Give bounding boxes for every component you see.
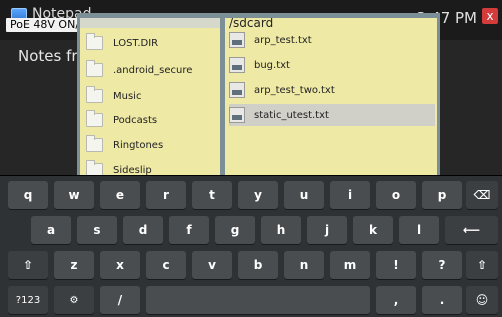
folder-icon <box>86 110 103 127</box>
folder-icon <box>86 86 103 103</box>
key-z[interactable]: z <box>54 251 94 279</box>
folder-name: Ringtones <box>113 139 164 151</box>
notes-label: Notes fr <box>18 47 78 65</box>
key-comma[interactable]: , <box>376 286 416 314</box>
key-w[interactable]: w <box>54 181 94 209</box>
text-file-icon <box>229 82 245 98</box>
key-period[interactable]: . <box>422 286 462 314</box>
key-s[interactable]: s <box>77 216 117 244</box>
file-item-selected[interactable]: static_utest.txt <box>229 104 435 126</box>
folder-item[interactable]: Sideslip <box>86 159 216 175</box>
key-o[interactable]: o <box>376 181 416 209</box>
file-item[interactable]: bug.txt <box>229 54 435 76</box>
key-c[interactable]: c <box>146 251 186 279</box>
key-g[interactable]: g <box>215 216 255 244</box>
folder-icon <box>86 33 103 50</box>
key-v[interactable]: v <box>192 251 232 279</box>
key-r[interactable]: r <box>146 181 186 209</box>
folder-name: .android_secure <box>113 64 193 76</box>
key-x[interactable]: x <box>100 251 140 279</box>
key-y[interactable]: y <box>238 181 278 209</box>
folder-item[interactable]: .android_secure <box>86 59 216 81</box>
key-t[interactable]: t <box>192 181 232 209</box>
emoji-key[interactable]: ☺ <box>466 286 498 314</box>
key-u[interactable]: u <box>284 181 324 209</box>
folder-name: Podcasts <box>113 114 158 126</box>
folder-icon <box>86 60 103 77</box>
key-a[interactable]: a <box>31 216 71 244</box>
key-n[interactable]: n <box>284 251 324 279</box>
folder-list-panel: LOST.DIR .android_secure Music Podcasts … <box>80 18 220 175</box>
key-b[interactable]: b <box>238 251 278 279</box>
keyboard-settings-icon[interactable]: ⚙ <box>54 286 94 314</box>
key-h[interactable]: h <box>261 216 301 244</box>
folder-icon <box>86 135 103 152</box>
space-key[interactable] <box>146 286 370 314</box>
folder-name: LOST.DIR <box>113 37 159 49</box>
key-m[interactable]: m <box>330 251 370 279</box>
key-l[interactable]: l <box>399 216 439 244</box>
file-list-panel: /sdcard arp_test.txt bug.txt arp_test_tw… <box>225 18 437 175</box>
file-name: arp_test.txt <box>254 34 312 46</box>
key-j[interactable]: j <box>307 216 347 244</box>
key-exclamation[interactable]: ! <box>376 251 416 279</box>
file-name: static_utest.txt <box>254 109 329 121</box>
folder-list-header <box>80 18 220 28</box>
key-i[interactable]: i <box>330 181 370 209</box>
shift-key-right[interactable]: ⇧ <box>466 251 498 279</box>
folder-item[interactable]: LOST.DIR <box>86 32 216 54</box>
file-name: arp_test_two.txt <box>254 84 335 96</box>
backspace-key[interactable]: ⌫ <box>466 181 498 209</box>
text-file-icon <box>229 32 245 48</box>
folder-item[interactable]: Podcasts <box>86 109 216 131</box>
folder-name: Sideslip <box>113 164 152 176</box>
soft-keyboard: q w e r t y u i o p ⌫ a s d f g h j k l … <box>0 176 502 317</box>
file-item[interactable]: arp_test.txt <box>229 29 435 51</box>
close-icon[interactable]: x <box>482 8 498 24</box>
key-q[interactable]: q <box>8 181 48 209</box>
folder-item[interactable]: Ringtones <box>86 134 216 156</box>
symbols-key[interactable]: ?123 <box>8 286 48 314</box>
key-question[interactable]: ? <box>422 251 462 279</box>
folder-name: Music <box>113 90 142 102</box>
key-f[interactable]: f <box>169 216 209 244</box>
folder-icon <box>86 160 103 175</box>
key-e[interactable]: e <box>100 181 140 209</box>
text-file-icon <box>229 107 245 123</box>
file-item[interactable]: arp_test_two.txt <box>229 79 435 101</box>
enter-key[interactable]: ⟵ <box>445 216 498 244</box>
key-slash[interactable]: / <box>100 286 140 314</box>
file-name: bug.txt <box>254 59 290 71</box>
text-file-icon <box>229 57 245 73</box>
key-k[interactable]: k <box>353 216 393 244</box>
shift-key-left[interactable]: ⇧ <box>8 251 48 279</box>
folder-item[interactable]: Music <box>86 85 216 107</box>
key-d[interactable]: d <box>123 216 163 244</box>
key-p[interactable]: p <box>422 181 462 209</box>
